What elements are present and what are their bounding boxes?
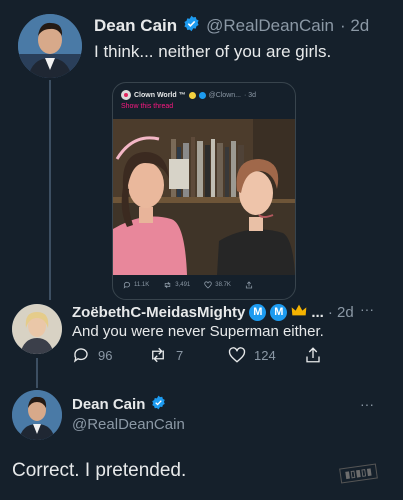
m-badge-icon: M [249, 303, 267, 321]
avatar-dean-cain[interactable] [18, 14, 82, 78]
clown-emoji-icon [188, 91, 196, 99]
retweet-button[interactable]: 7 [148, 346, 183, 364]
quoted-share-button[interactable] [245, 281, 253, 289]
quoted-verified-icon [198, 91, 206, 99]
more-button[interactable]: ··· [360, 301, 374, 317]
display-name[interactable]: Dean Cain [72, 396, 145, 413]
verified-icon [183, 15, 200, 37]
quoted-retweet-count: 3,491 [175, 282, 191, 288]
quoted-like-button[interactable]: 38.7K [204, 281, 231, 289]
retweet-count: 7 [176, 347, 184, 363]
more-icon: ··· [360, 301, 374, 317]
thread-line [49, 80, 51, 300]
like-button[interactable]: 124 [228, 346, 276, 364]
avatar-dean-cain[interactable] [12, 390, 62, 440]
tweet-header: Dean Cain @RealDeanCain · 2d [94, 13, 369, 39]
verified-icon [151, 395, 166, 414]
avatar-zoebeth[interactable] [12, 304, 62, 354]
thread-line [36, 358, 38, 388]
quoted-like-count: 38.7K [215, 282, 231, 288]
reply-icon [123, 281, 131, 289]
quoted-stats: 11.1K 3,491 38.7K [123, 281, 253, 289]
display-name[interactable]: Dean Cain [94, 16, 177, 36]
share-icon [306, 347, 320, 363]
like-icon [228, 347, 246, 363]
share-button[interactable] [304, 346, 322, 364]
quoted-tweet-card[interactable]: Clown World ™ @Clown... · 3d Show this t… [112, 82, 296, 300]
handle[interactable]: @RealDeanCain [206, 16, 334, 36]
quoted-header: Clown World ™ @Clown... · 3d [121, 90, 256, 100]
more-icon: ··· [360, 396, 374, 412]
more-button[interactable]: ··· [360, 396, 374, 412]
quoted-retweet-button[interactable]: 3,491 [163, 281, 190, 289]
quoted-reply-count: 11.1K [134, 282, 150, 288]
tweet-text: And you were never Superman either. [72, 323, 324, 340]
tweet-text: I think... neither of you are girls. [94, 42, 332, 61]
reply-count: 96 [98, 347, 113, 363]
watermark-stamp: ▮▯▮▯▮ [339, 463, 379, 484]
timestamp[interactable]: · 2d [328, 304, 354, 321]
retweet-icon [152, 347, 164, 363]
share-icon [245, 281, 253, 289]
retweet-icon [165, 281, 171, 289]
timestamp[interactable]: · 2d [340, 16, 369, 36]
tweet-actions: 96 7 124 [72, 346, 332, 366]
show-thread-link[interactable]: Show this thread [121, 103, 173, 110]
name-ellipsis: ... [311, 303, 324, 321]
quoted-timestamp[interactable]: · 3d [244, 92, 256, 99]
quoted-reply-button[interactable]: 11.1K [123, 281, 149, 289]
reply-icon [73, 348, 88, 363]
tweet-header: ZoëbethC-MeidasMighty M M ... · 2d [72, 301, 354, 323]
reply-button[interactable]: 96 [72, 346, 112, 364]
display-name[interactable]: ZoëbethC-MeidasMighty [72, 304, 245, 321]
quoted-display-name[interactable]: Clown World ™ [134, 92, 186, 99]
quoted-video[interactable] [113, 119, 295, 275]
m-badge-icon: M [270, 303, 288, 321]
clown-avatar-icon [121, 90, 131, 100]
like-count: 124 [254, 347, 276, 363]
handle[interactable]: @RealDeanCain [72, 416, 185, 433]
quoted-handle[interactable]: @Clown... [209, 92, 241, 99]
like-icon [204, 281, 212, 289]
tweet-header: Dean Cain [72, 395, 166, 414]
crown-icon [291, 303, 307, 321]
tweet-text: Correct. I pretended. [12, 460, 187, 481]
